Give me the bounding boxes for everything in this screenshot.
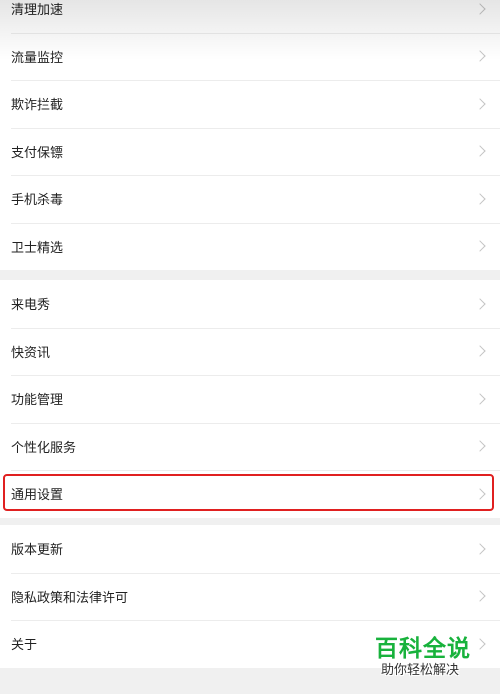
chevron-right-icon [474,145,486,157]
menu-item-label: 通用设置 [11,488,64,504]
menu-item-caller-show[interactable]: 来电秀 [0,280,500,328]
menu-item-privacy-legal[interactable]: 隐私政策和法律许可 [0,572,500,621]
menu-item-label: 快资讯 [11,345,51,361]
watermark-title: 百科全说 [375,636,471,662]
chevron-right-icon [474,193,486,205]
chevron-right-icon [474,240,486,252]
menu-item-label: 个性化服务 [11,440,77,456]
menu-item-version-update[interactable]: 版本更新 [0,525,500,573]
menu-item-cleanup[interactable]: 清理加速 [0,0,500,33]
menu-item-payment-guard[interactable]: 支付保镖 [0,127,500,176]
menu-item-label: 欺诈拦截 [11,98,64,114]
chevron-right-icon [474,298,486,310]
menu-item-label: 手机杀毒 [11,193,64,209]
menu-item-featured[interactable]: 卫士精选 [0,222,500,271]
menu-item-label: 版本更新 [11,543,64,559]
watermark: 百科全说 助你轻松解决 [375,636,495,690]
menu-item-label: 隐私政策和法律许可 [11,590,129,606]
chevron-right-icon [474,345,486,357]
menu-item-feature-management[interactable]: 功能管理 [0,375,500,423]
menu-item-personalized-service[interactable]: 个性化服务 [0,422,500,471]
menu-item-label: 来电秀 [11,298,51,314]
chevron-right-icon [474,3,486,15]
chevron-right-icon [474,50,486,62]
menu-item-fraud-block[interactable]: 欺诈拦截 [0,80,500,128]
menu-item-label: 功能管理 [11,393,64,409]
watermark-subtitle: 助你轻松解决 [381,663,460,678]
menu-item-quick-news[interactable]: 快资讯 [0,327,500,376]
menu-item-label: 清理加速 [11,3,64,19]
menu-item-traffic-monitor[interactable]: 流量监控 [0,32,500,81]
chevron-right-icon [474,543,486,555]
menu-item-label: 卫士精选 [11,240,64,256]
menu-item-label: 关于 [11,638,38,654]
settings-group-2: 来电秀 快资讯 功能管理 个性化服务 通用设置 [0,280,500,518]
menu-item-label: 支付保镖 [11,145,64,161]
chevron-right-icon [474,488,486,500]
menu-item-label: 流量监控 [11,50,64,66]
menu-item-general-settings[interactable]: 通用设置 [0,470,500,518]
chevron-right-icon [474,590,486,602]
settings-group-1: 清理加速 流量监控 欺诈拦截 支付保镖 手机杀毒 卫士精选 [0,0,500,270]
chevron-right-icon [474,440,486,452]
chevron-right-icon [474,98,486,110]
menu-item-antivirus[interactable]: 手机杀毒 [0,175,500,223]
chevron-right-icon [474,393,486,405]
